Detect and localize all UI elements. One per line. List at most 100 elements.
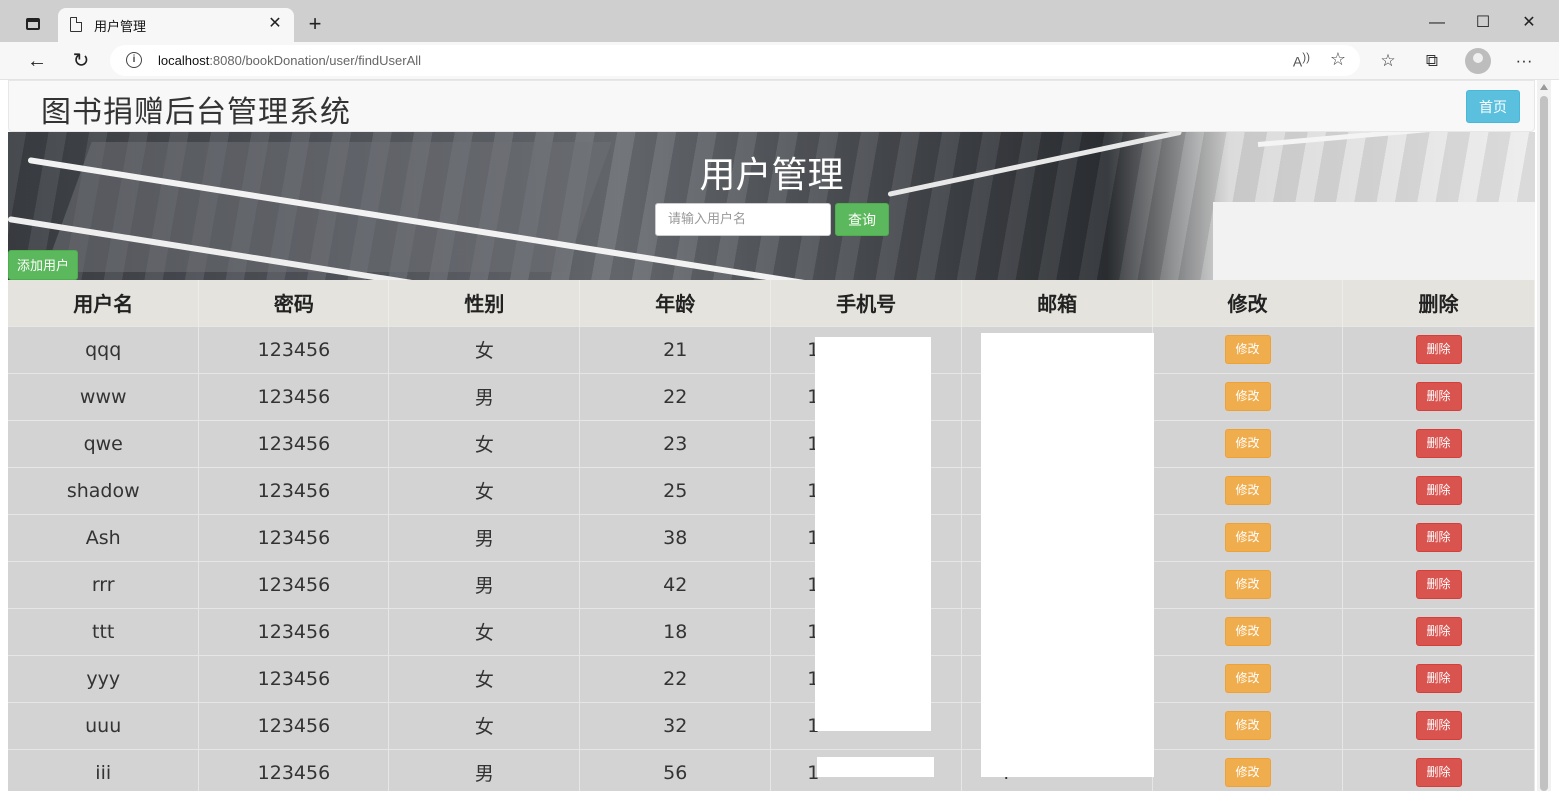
- cell-username: qwe: [8, 419, 200, 467]
- delete-button[interactable]: 删除: [1415, 476, 1462, 505]
- edit-button[interactable]: 修改: [1224, 382, 1271, 411]
- edit-button[interactable]: 修改: [1224, 758, 1271, 788]
- profile-avatar[interactable]: [1465, 48, 1491, 74]
- edit-button[interactable]: 修改: [1224, 664, 1271, 693]
- table-row: www123456男2214修改删除: [8, 372, 1535, 420]
- cell-edit: 修改: [1152, 466, 1343, 514]
- table-row: uuu123456女3213修改删除: [8, 701, 1535, 749]
- table-row: Ash123456男3812 m修改删除: [8, 513, 1535, 561]
- column-header-delete: 删除: [1342, 280, 1535, 326]
- delete-button[interactable]: 删除: [1415, 711, 1462, 740]
- edit-button[interactable]: 修改: [1224, 523, 1271, 552]
- cell-age: 42: [579, 560, 772, 608]
- table-row: shadow123456女2516修改删除: [8, 466, 1535, 514]
- edit-button[interactable]: 修改: [1224, 617, 1271, 646]
- cell-password: 123456: [198, 607, 390, 655]
- cell-gender: 男: [388, 513, 581, 561]
- back-icon[interactable]: ←: [22, 46, 52, 76]
- edit-button[interactable]: 修改: [1224, 335, 1271, 364]
- cell-gender: 男: [388, 748, 581, 791]
- cell-edit: 修改: [1152, 419, 1343, 467]
- cell-username: shadow: [8, 466, 200, 514]
- cell-password: 123456: [198, 419, 390, 467]
- cell-password: 123456: [198, 372, 390, 420]
- address-bar[interactable]: i localhost:8080/bookDonation/user/findU…: [110, 45, 1360, 76]
- cell-age: 18: [579, 607, 772, 655]
- column-header-username: 用户名: [8, 280, 200, 326]
- cell-age: 22: [579, 372, 772, 420]
- cell-edit: 修改: [1152, 513, 1343, 561]
- favorites-icon[interactable]: ☆: [1374, 47, 1402, 75]
- delete-button[interactable]: 删除: [1415, 523, 1462, 552]
- table-row: iii123456男5614修改删除: [8, 748, 1535, 791]
- add-favorite-icon[interactable]: ☆: [1330, 49, 1346, 70]
- cell-delete: 删除: [1342, 748, 1535, 791]
- cell-edit: 修改: [1152, 560, 1343, 608]
- read-aloud-icon[interactable]: A)): [1293, 51, 1310, 70]
- user-table: 用户名 密码 性别 年龄 手机号 邮箱 修改 删除 qqq123456女2111…: [8, 280, 1535, 791]
- cell-age: 56: [579, 748, 772, 791]
- vertical-scrollbar[interactable]: [1537, 80, 1551, 791]
- more-icon[interactable]: ···: [1510, 47, 1538, 75]
- cell-password: 123456: [198, 466, 390, 514]
- edit-button[interactable]: 修改: [1224, 429, 1271, 458]
- edit-button[interactable]: 修改: [1224, 476, 1271, 505]
- page-right-margin: [1551, 80, 1559, 791]
- cell-gender: 男: [388, 560, 581, 608]
- tab-actions-icon[interactable]: [20, 12, 46, 36]
- column-header-gender: 性别: [388, 280, 581, 326]
- cell-age: 25: [579, 466, 772, 514]
- search-button[interactable]: 查询: [835, 203, 889, 236]
- cell-username: www: [8, 372, 200, 420]
- add-user-button[interactable]: 添加用户: [8, 250, 78, 280]
- cell-age: 32: [579, 701, 772, 749]
- cell-delete: 删除: [1342, 325, 1535, 373]
- delete-button[interactable]: 删除: [1415, 758, 1462, 788]
- cell-password: 123456: [198, 325, 390, 373]
- close-window-icon[interactable]: ✕: [1506, 8, 1552, 38]
- edit-button[interactable]: 修改: [1224, 711, 1271, 740]
- cell-username: rrr: [8, 560, 200, 608]
- cell-delete: 删除: [1342, 372, 1535, 420]
- cell-edit: 修改: [1152, 607, 1343, 655]
- delete-button[interactable]: 删除: [1415, 382, 1462, 411]
- cell-age: 23: [579, 419, 772, 467]
- new-tab-icon[interactable]: +: [302, 12, 328, 38]
- delete-button[interactable]: 删除: [1415, 664, 1462, 693]
- browser-tab[interactable]: 用户管理 ✕: [58, 8, 294, 42]
- column-header-edit: 修改: [1152, 280, 1343, 326]
- delete-button[interactable]: 删除: [1415, 429, 1462, 458]
- minimize-icon[interactable]: —: [1414, 8, 1460, 38]
- delete-button[interactable]: 删除: [1415, 570, 1462, 599]
- cell-password: 123456: [198, 701, 390, 749]
- maximize-icon[interactable]: ☐: [1460, 8, 1506, 38]
- scroll-up-icon[interactable]: [1540, 84, 1548, 90]
- scrollbar-thumb[interactable]: [1540, 96, 1548, 791]
- delete-button[interactable]: 删除: [1415, 335, 1462, 364]
- cell-delete: 删除: [1342, 513, 1535, 561]
- collections-icon[interactable]: ⧉: [1418, 47, 1446, 75]
- cell-password: 123456: [198, 654, 390, 702]
- delete-button[interactable]: 删除: [1415, 617, 1462, 646]
- cell-password: 123456: [198, 513, 390, 561]
- info-icon[interactable]: i: [126, 52, 142, 68]
- username-search-input[interactable]: [655, 203, 831, 236]
- page-title: 用户管理: [699, 155, 844, 196]
- home-button[interactable]: 首页: [1466, 90, 1520, 123]
- cell-edit: 修改: [1152, 748, 1343, 791]
- table-header-row: 用户名 密码 性别 年龄 手机号 邮箱 修改 删除: [8, 280, 1535, 326]
- edit-button[interactable]: 修改: [1224, 570, 1271, 599]
- cell-age: 21: [579, 325, 772, 373]
- brand-title[interactable]: 图书捐赠后台管理系统: [41, 87, 351, 131]
- navbar: 图书捐赠后台管理系统 首页: [8, 80, 1535, 132]
- cell-edit: 修改: [1152, 372, 1343, 420]
- redaction-block: [815, 337, 931, 731]
- close-tab-icon[interactable]: ✕: [264, 13, 286, 35]
- url-text[interactable]: localhost:8080/bookDonation/user/findUse…: [158, 53, 421, 68]
- browser-window: 用户管理 ✕ + — ☐ ✕ ← ↻ i localhost:8080/book…: [0, 0, 1559, 791]
- column-header-password: 密码: [198, 280, 390, 326]
- redaction-block: [817, 757, 934, 777]
- cell-delete: 删除: [1342, 419, 1535, 467]
- refresh-icon[interactable]: ↻: [66, 46, 96, 76]
- cell-age: 38: [579, 513, 772, 561]
